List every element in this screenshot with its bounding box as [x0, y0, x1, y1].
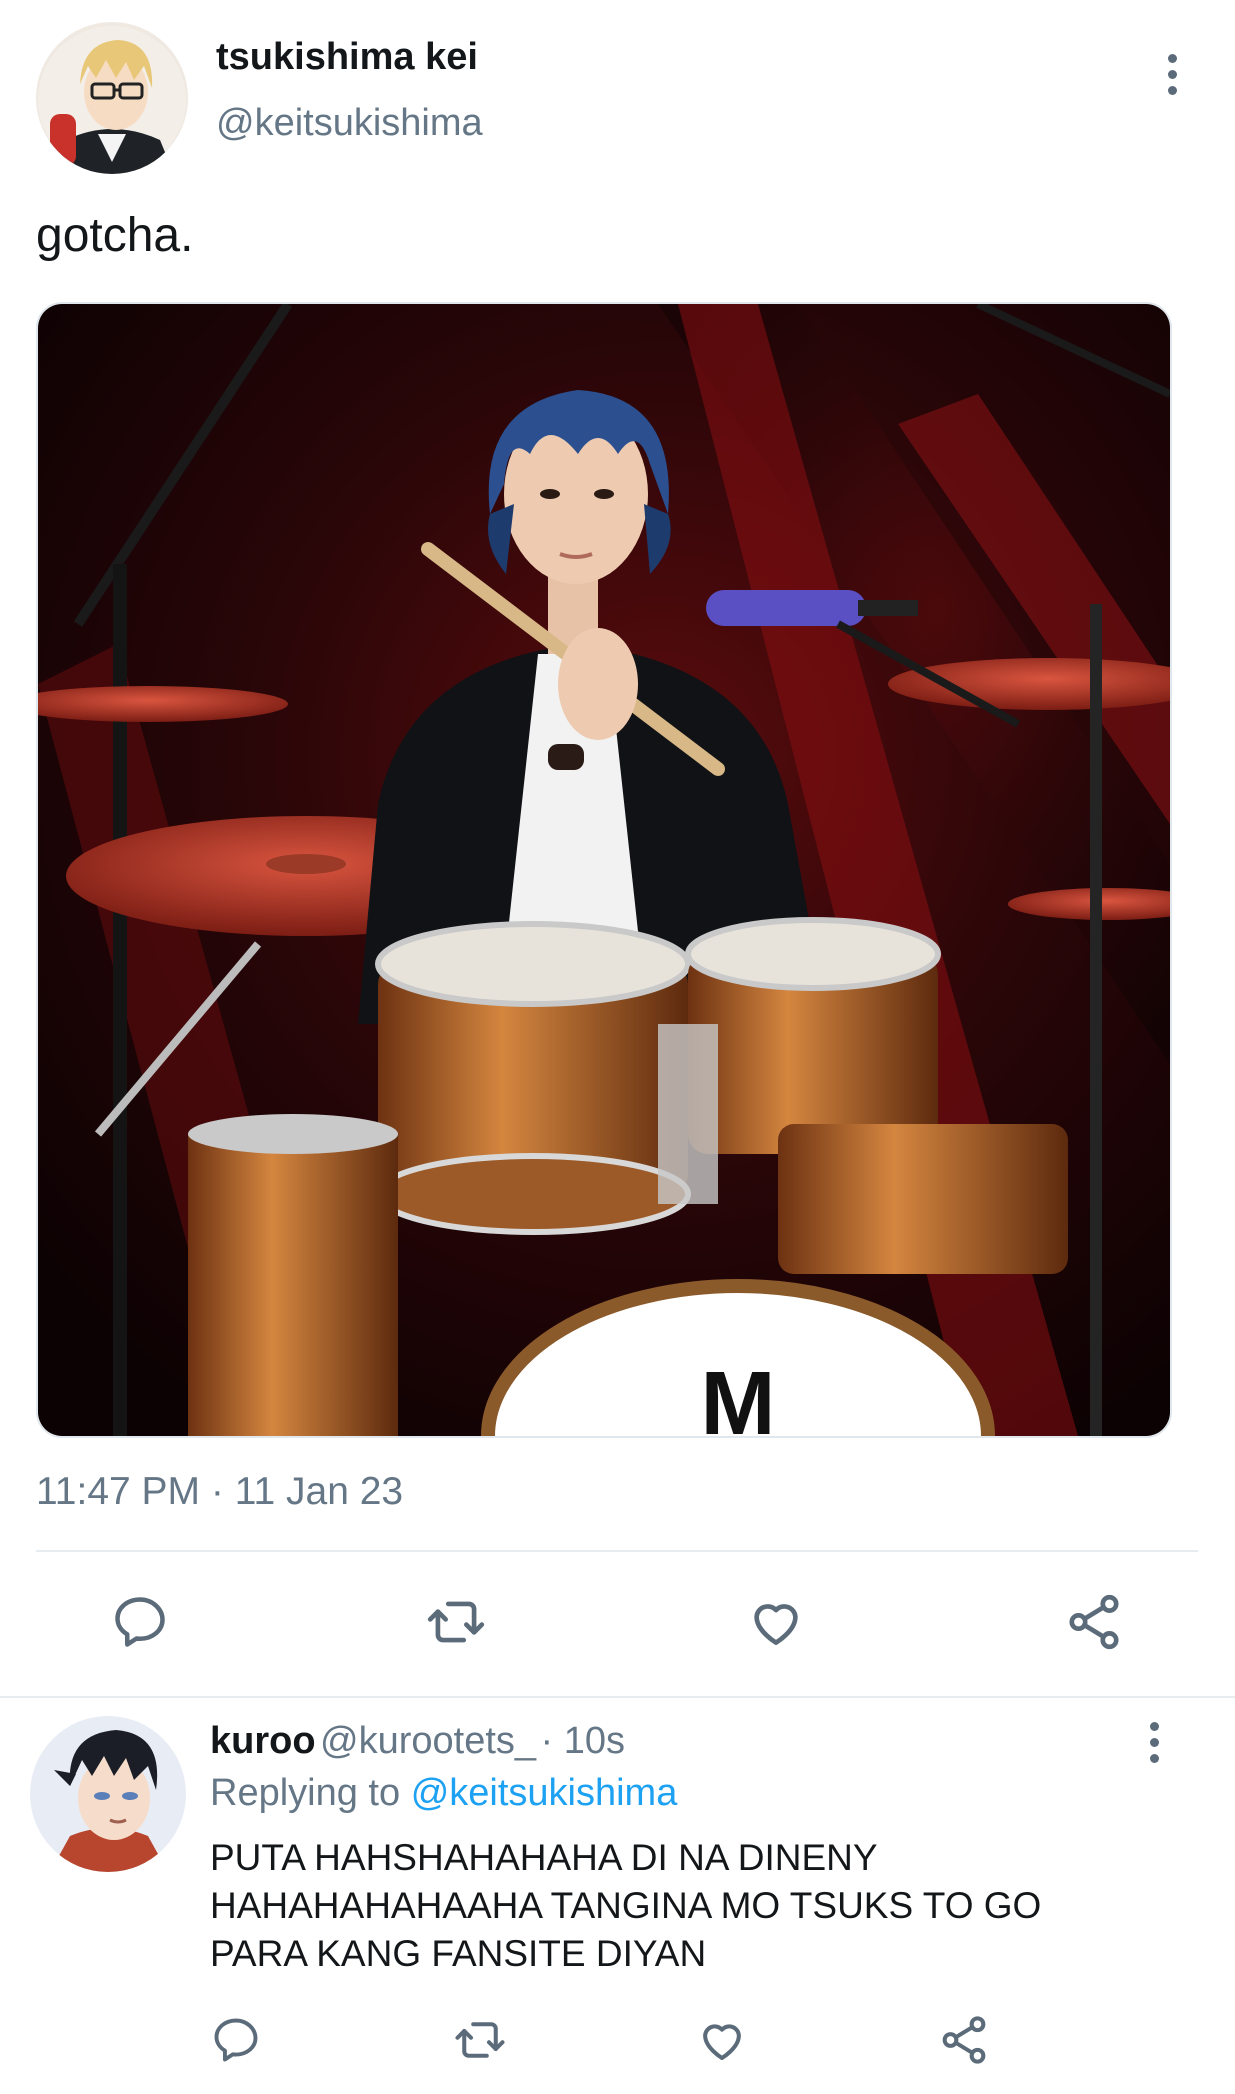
divider	[36, 1550, 1198, 1552]
share-icon[interactable]	[1054, 1582, 1134, 1662]
reply-author-avatar[interactable]	[30, 1716, 186, 1872]
reply-text-line: PUTA HAHSHAHAHAHA DI NA DINENY	[210, 1837, 878, 1878]
reply-header: kuroo @kurootets_ · 10s	[210, 1720, 625, 1763]
author-avatar[interactable]	[36, 22, 188, 174]
tweet-text: gotcha.	[36, 209, 194, 262]
reply-more-options-icon[interactable]	[1134, 1712, 1174, 1772]
reply-share-icon[interactable]	[924, 2000, 1004, 2080]
reply-reply-icon[interactable]	[196, 2000, 276, 2080]
section-divider	[0, 1696, 1235, 1698]
reply-time[interactable]: · 10s	[540, 1720, 624, 1762]
reply-icon[interactable]	[100, 1582, 180, 1662]
replying-to: Replying to @keitsukishima	[210, 1772, 677, 1815]
reply-like-icon[interactable]	[682, 2000, 762, 2080]
reply-text: PUTA HAHSHAHAHAHA DI NA DINENY HAHAHAHAH…	[210, 1834, 1210, 1978]
retweet-icon[interactable]	[416, 1582, 496, 1662]
reply-text-line: HAHAHAHAHAAHA TANGINA MO TSUKS TO GO	[210, 1885, 1042, 1926]
reply-author-display-name[interactable]: kuroo	[210, 1720, 316, 1762]
reply-text-line: PARA KANG FANSITE DIYAN	[210, 1933, 707, 1974]
tweet-media-image[interactable]: M	[36, 302, 1172, 1438]
like-icon[interactable]	[736, 1582, 816, 1662]
reply-retweet-icon[interactable]	[440, 2000, 520, 2080]
author-display-name[interactable]: tsukishima kei	[216, 36, 478, 79]
replying-to-mention[interactable]: @keitsukishima	[411, 1772, 678, 1814]
more-options-icon[interactable]	[1152, 44, 1192, 104]
reply-author-handle[interactable]: @kurootets_	[320, 1720, 536, 1762]
bass-drum-logo: M	[701, 1354, 776, 1436]
tweet-timestamp[interactable]: 11:47 PM · 11 Jan 23	[36, 1470, 403, 1514]
replying-to-label: Replying to	[210, 1772, 401, 1814]
author-handle[interactable]: @keitsukishima	[216, 102, 483, 145]
